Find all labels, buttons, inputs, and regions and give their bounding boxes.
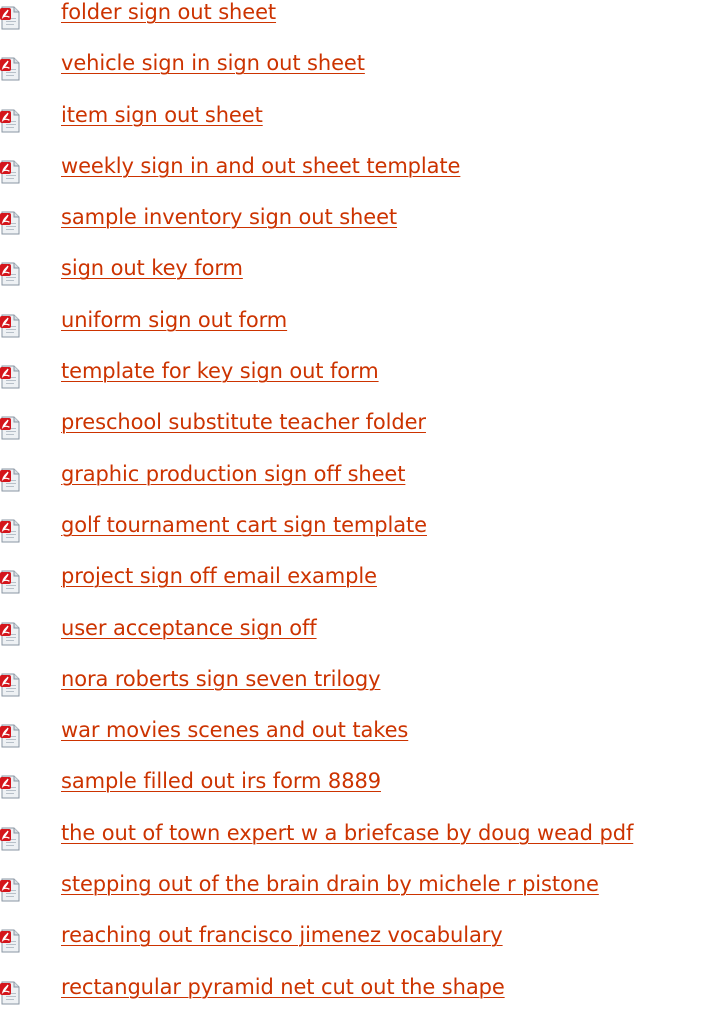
pdf-link[interactable]: rectangular pyramid net cut out the shap… bbox=[61, 974, 505, 1000]
pdf-link[interactable]: stepping out of the brain drain by miche… bbox=[61, 871, 599, 897]
list-item: graphic production sign off sheet bbox=[0, 462, 708, 513]
pdf-file-icon bbox=[0, 160, 21, 184]
list-item: stepping out of the brain drain by miche… bbox=[0, 872, 708, 923]
pdf-link[interactable]: project sign off email example bbox=[61, 563, 377, 589]
pdf-file-icon bbox=[0, 468, 21, 492]
pdf-file-icon bbox=[0, 570, 21, 594]
pdf-link[interactable]: user acceptance sign off bbox=[61, 615, 317, 641]
list-item: item sign out sheet bbox=[0, 103, 708, 154]
list-item: golf tournament cart sign template bbox=[0, 513, 708, 564]
list-item: preschool substitute teacher folder bbox=[0, 410, 708, 461]
pdf-file-icon bbox=[0, 6, 21, 30]
pdf-link[interactable]: golf tournament cart sign template bbox=[61, 512, 427, 538]
pdf-file-icon bbox=[0, 827, 21, 851]
list-item: war movies scenes and out takes bbox=[0, 718, 708, 769]
list-item: sample inventory sign out sheet bbox=[0, 205, 708, 256]
list-item: sample filled out irs form 8889 bbox=[0, 769, 708, 820]
list-item: user acceptance sign off bbox=[0, 616, 708, 667]
list-item: uniform sign out form bbox=[0, 308, 708, 359]
list-item: template for key sign out form bbox=[0, 359, 708, 410]
pdf-link[interactable]: graphic production sign off sheet bbox=[61, 461, 405, 487]
pdf-link[interactable]: war movies scenes and out takes bbox=[61, 717, 408, 743]
pdf-file-icon bbox=[0, 416, 21, 440]
pdf-link[interactable]: uniform sign out form bbox=[61, 307, 287, 333]
pdf-file-icon bbox=[0, 262, 21, 286]
pdf-link[interactable]: folder sign out sheet bbox=[61, 0, 276, 25]
pdf-link[interactable]: the out of town expert w a briefcase by … bbox=[61, 820, 633, 846]
pdf-file-icon bbox=[0, 211, 21, 235]
pdf-file-icon bbox=[0, 673, 21, 697]
list-item: vehicle sign in sign out sheet bbox=[0, 51, 708, 102]
list-item: the out of town expert w a briefcase by … bbox=[0, 821, 708, 872]
pdf-file-icon bbox=[0, 724, 21, 748]
pdf-file-icon bbox=[0, 775, 21, 799]
pdf-file-icon bbox=[0, 519, 21, 543]
list-item: weekly sign in and out sheet template bbox=[0, 154, 708, 205]
list-item: reaching out francisco jimenez vocabular… bbox=[0, 923, 708, 974]
pdf-link[interactable]: vehicle sign in sign out sheet bbox=[61, 50, 365, 76]
pdf-file-icon bbox=[0, 981, 21, 1005]
pdf-link[interactable]: preschool substitute teacher folder bbox=[61, 409, 426, 435]
pdf-file-icon bbox=[0, 878, 21, 902]
list-item: folder sign out sheet bbox=[0, 0, 708, 51]
pdf-file-icon bbox=[0, 929, 21, 953]
pdf-link[interactable]: item sign out sheet bbox=[61, 102, 263, 128]
pdf-link[interactable]: weekly sign in and out sheet template bbox=[61, 153, 460, 179]
list-item: sign out key form bbox=[0, 256, 708, 307]
pdf-link[interactable]: sample filled out irs form 8889 bbox=[61, 768, 381, 794]
list-item: project sign off email example bbox=[0, 564, 708, 615]
pdf-link[interactable]: sign out key form bbox=[61, 255, 243, 281]
list-item: nora roberts sign seven trilogy bbox=[0, 667, 708, 718]
pdf-file-icon bbox=[0, 365, 21, 389]
pdf-link[interactable]: sample inventory sign out sheet bbox=[61, 204, 397, 230]
pdf-file-icon bbox=[0, 57, 21, 81]
pdf-link-list: folder sign out sheet vehicle sign in si… bbox=[0, 0, 708, 1026]
list-item: rectangular pyramid net cut out the shap… bbox=[0, 975, 708, 1026]
pdf-file-icon bbox=[0, 109, 21, 133]
pdf-link[interactable]: reaching out francisco jimenez vocabular… bbox=[61, 922, 503, 948]
pdf-link[interactable]: nora roberts sign seven trilogy bbox=[61, 666, 381, 692]
pdf-link[interactable]: template for key sign out form bbox=[61, 358, 379, 384]
pdf-file-icon bbox=[0, 622, 21, 646]
pdf-file-icon bbox=[0, 314, 21, 338]
